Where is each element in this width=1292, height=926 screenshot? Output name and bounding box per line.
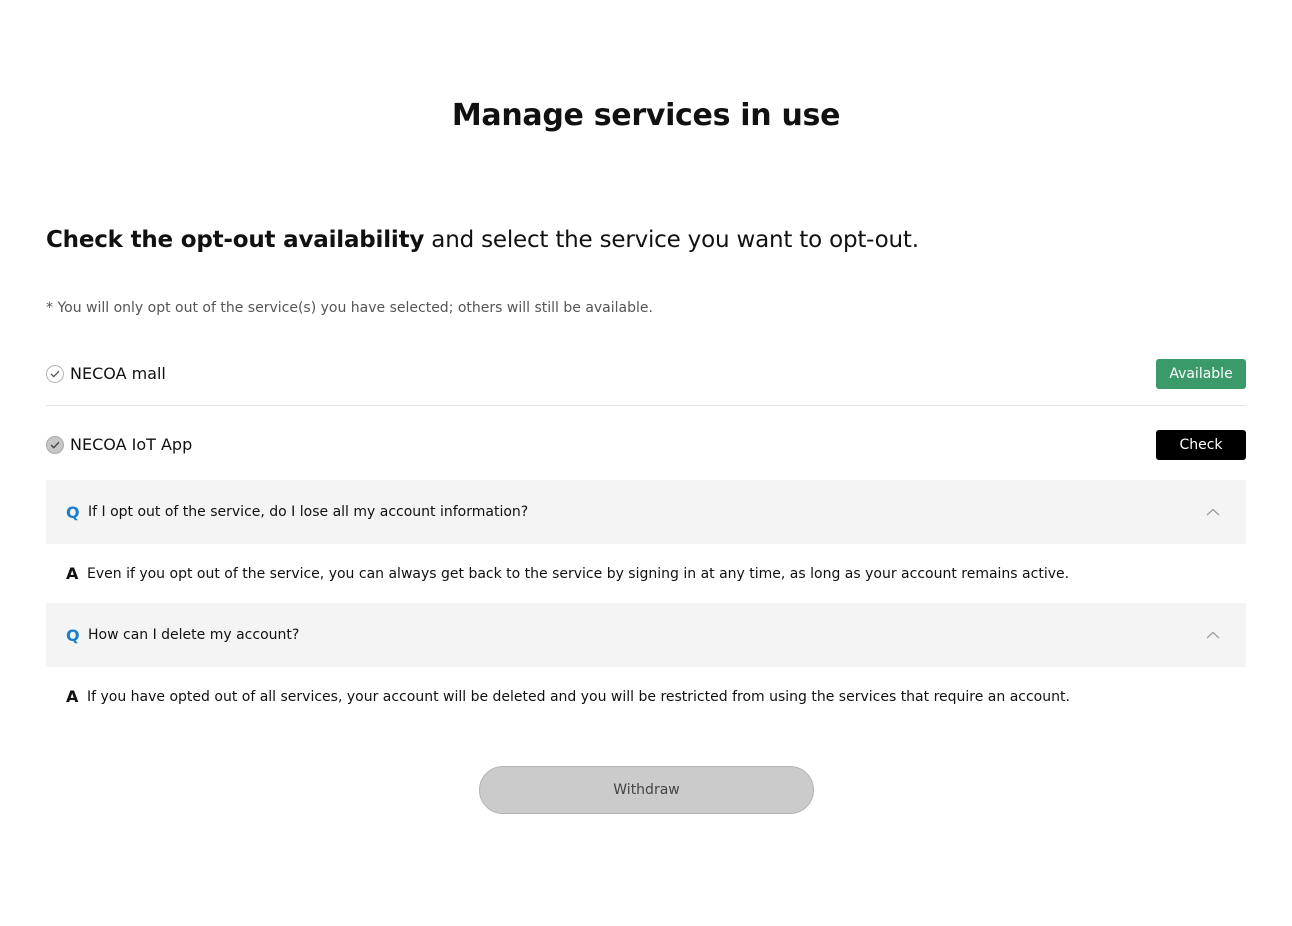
subtitle-emphasis: Check the opt-out availability xyxy=(46,227,425,253)
service-select-necoa-iot-app[interactable]: NECOA IoT App xyxy=(46,434,192,456)
faq-question-1[interactable]: Q If I opt out of the service, do I lose… xyxy=(46,480,1246,544)
service-name: NECOA mall xyxy=(70,364,166,383)
page-title: Manage services in use xyxy=(451,98,841,133)
check-circle-icon[interactable] xyxy=(46,365,64,383)
faq-answer-2: A If you have opted out of all services,… xyxy=(46,667,1246,726)
check-circle-icon[interactable] xyxy=(46,436,64,454)
opt-out-note: * You will only opt out of the service(s… xyxy=(46,300,653,316)
service-select-necoa-mall[interactable]: NECOA mall xyxy=(46,363,166,385)
faq-question-text: If I opt out of the service, do I lose a… xyxy=(88,504,529,520)
faq-question-2[interactable]: Q How can I delete my account? xyxy=(46,603,1246,667)
status-available-button[interactable]: Available xyxy=(1156,359,1246,389)
chevron-up-icon[interactable] xyxy=(1206,505,1220,519)
chevron-up-icon[interactable] xyxy=(1206,628,1220,642)
faq-answer-text: If you have opted out of all services, y… xyxy=(87,688,1070,705)
question-marker: Q xyxy=(66,625,80,645)
service-row-necoa-iot-app: NECOA IoT App Check xyxy=(46,414,1246,476)
question-marker: Q xyxy=(66,502,80,522)
answer-marker: A xyxy=(66,687,79,706)
subtitle-rest: and select the service you want to opt-o… xyxy=(424,227,919,253)
withdraw-button[interactable]: Withdraw xyxy=(479,766,814,814)
manage-services-page: Manage services in use Check the opt-out… xyxy=(0,0,1292,926)
answer-marker: A xyxy=(66,564,79,583)
faq-answer-text: Even if you opt out of the service, you … xyxy=(87,565,1070,582)
page-subtitle: Check the opt-out availability and selec… xyxy=(46,224,919,256)
service-name: NECOA IoT App xyxy=(70,435,193,454)
status-check-button[interactable]: Check xyxy=(1156,430,1246,460)
service-row-necoa-mall: NECOA mall Available xyxy=(46,343,1246,406)
faq-question-text: How can I delete my account? xyxy=(88,627,300,643)
faq-answer-1: A Even if you opt out of the service, yo… xyxy=(46,544,1246,603)
